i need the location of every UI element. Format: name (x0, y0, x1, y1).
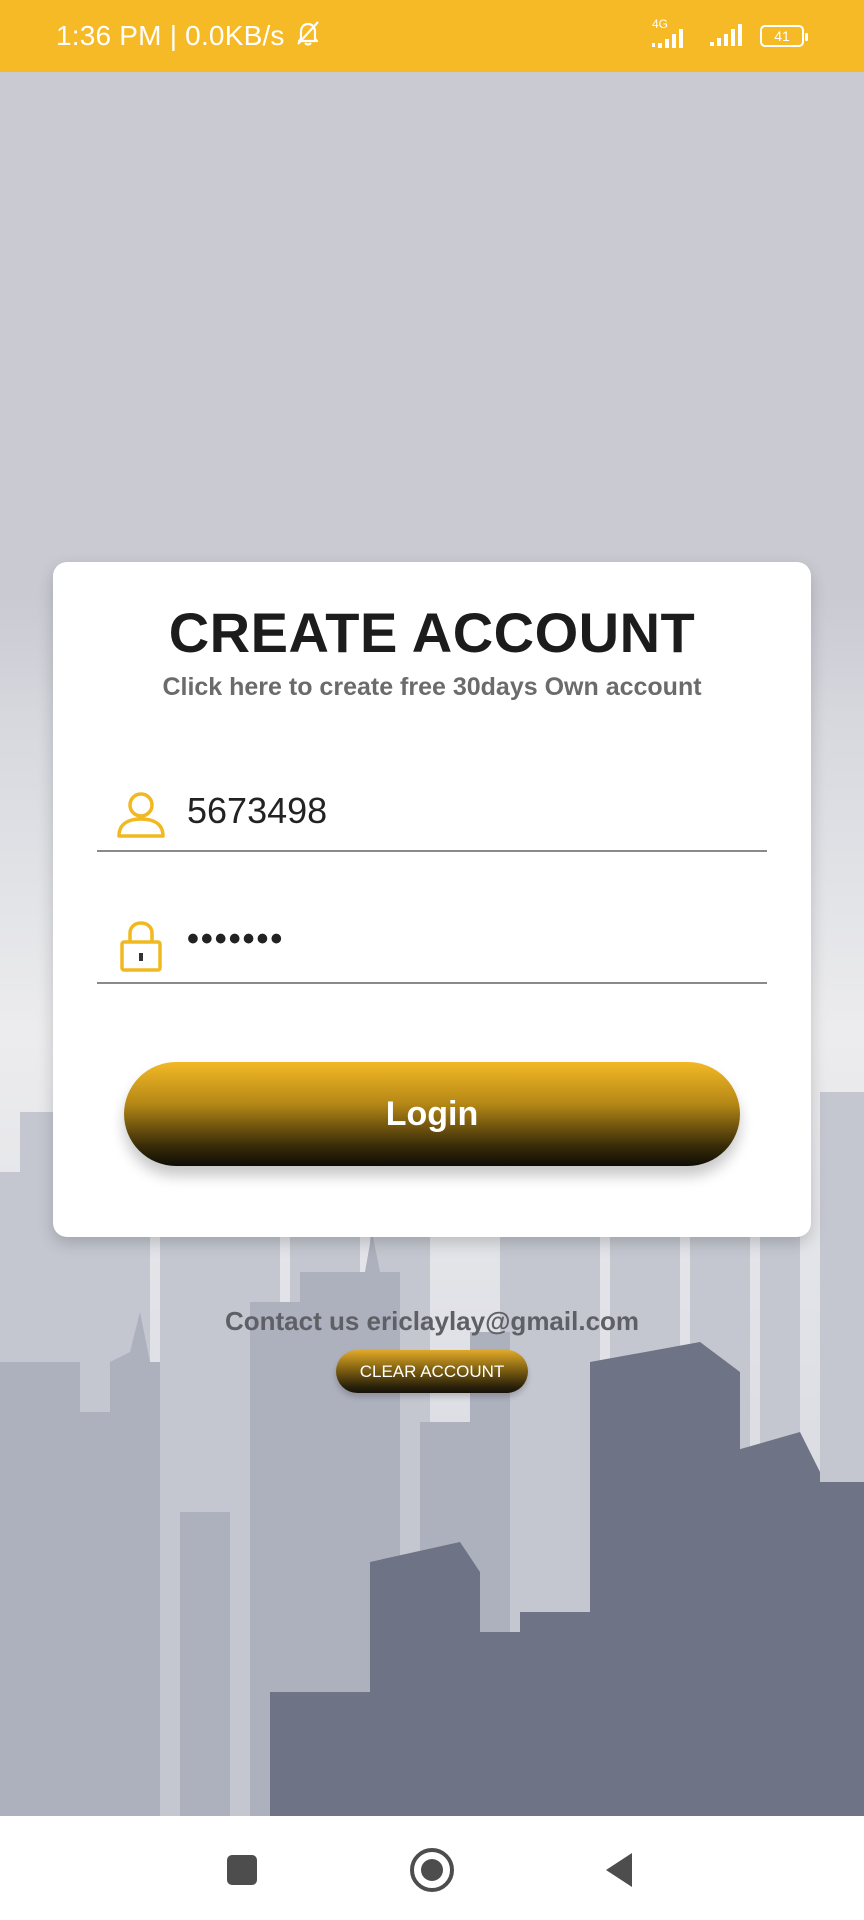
lock-icon (113, 918, 169, 974)
password-field[interactable]: ••••••• (97, 914, 767, 984)
create-account-link[interactable]: Click here to create free 30days Own acc… (0, 673, 864, 702)
login-button[interactable]: Login (124, 1062, 740, 1166)
mute-bell-icon (293, 18, 323, 55)
battery-icon: 41 (760, 25, 808, 47)
status-network-speed: 0.0KB/s (185, 20, 285, 51)
username-field[interactable] (97, 782, 767, 852)
back-icon[interactable] (592, 1842, 648, 1898)
password-input[interactable]: ••••••• (187, 920, 747, 959)
battery-level: 41 (774, 28, 790, 44)
username-input[interactable] (187, 790, 747, 832)
status-separator: | (169, 20, 178, 51)
user-icon (113, 786, 169, 842)
contact-email-text: Contact us ericlaylay@gmail.com (224, 1306, 640, 1336)
home-icon[interactable] (404, 1842, 460, 1898)
signal-4g-icon: 4G (650, 17, 696, 51)
clear-account-button[interactable]: CLEAR ACCOUNT (336, 1350, 528, 1393)
status-bar: 1:36 PM | 0.0KB/s 4G 41 (0, 0, 864, 72)
status-left: 1:36 PM | 0.0KB/s (56, 0, 323, 72)
navigation-bar (0, 1816, 864, 1920)
card-title: CREATE ACCOUNT (168, 601, 696, 664)
status-time: 1:36 PM (56, 20, 162, 51)
status-right: 4G 41 (650, 0, 808, 72)
recents-icon[interactable] (214, 1842, 270, 1898)
signal-icon (708, 19, 748, 54)
